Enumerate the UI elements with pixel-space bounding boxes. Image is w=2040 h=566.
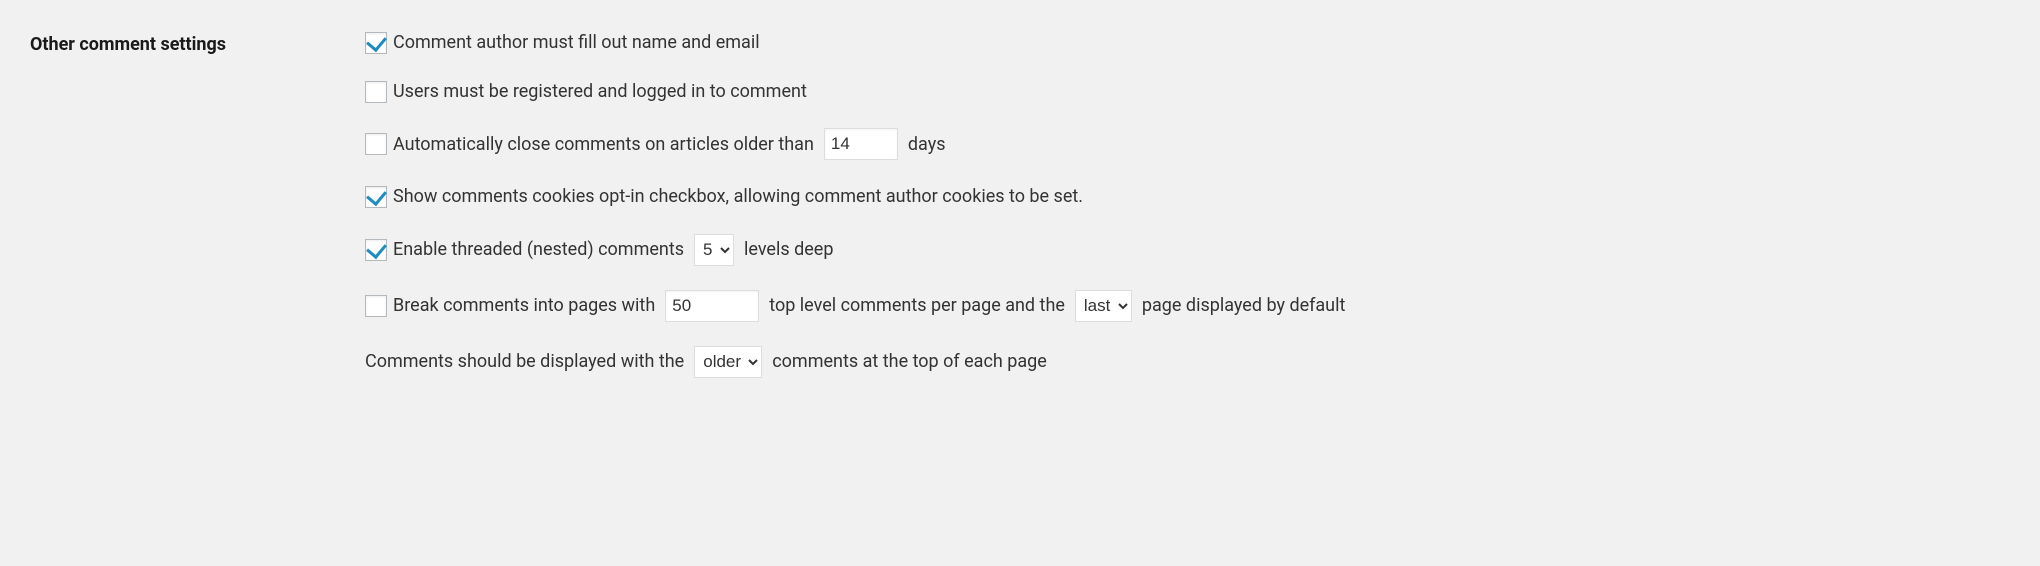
input-close-days[interactable]	[824, 128, 898, 160]
row-cookies-optin: Show comments cookies opt-in checkbox, a…	[365, 184, 2010, 209]
checkbox-name-email[interactable]	[365, 32, 387, 54]
label-pagination-mid: top level comments per page and the	[769, 293, 1065, 318]
checkbox-label-name-email[interactable]: Comment author must fill out name and em…	[365, 30, 760, 55]
select-thread-depth[interactable]: 5	[694, 234, 734, 266]
input-comments-per-page[interactable]	[665, 290, 759, 322]
checkbox-auto-close[interactable]	[365, 133, 387, 155]
row-order: Comments should be displayed with the ol…	[365, 346, 2010, 378]
row-pagination: Break comments into pages with top level…	[365, 290, 2010, 322]
select-comment-order[interactable]: older	[694, 346, 762, 378]
section-heading: Other comment settings	[30, 30, 365, 378]
checkbox-registered[interactable]	[365, 81, 387, 103]
label-threaded-after: levels deep	[744, 237, 833, 262]
row-auto-close: Automatically close comments on articles…	[365, 128, 2010, 160]
row-name-email: Comment author must fill out name and em…	[365, 30, 2010, 55]
label-order-after: comments at the top of each page	[772, 349, 1047, 374]
label-auto-close-after: days	[908, 132, 946, 157]
row-registered: Users must be registered and logged in t…	[365, 79, 2010, 104]
checkbox-cookies-optin[interactable]	[365, 186, 387, 208]
options-column: Comment author must fill out name and em…	[365, 30, 2010, 378]
row-threaded: Enable threaded (nested) comments 5 leve…	[365, 234, 2010, 266]
checkbox-label-cookies[interactable]: Show comments cookies opt-in checkbox, a…	[365, 184, 1083, 209]
label-pagination-after: page displayed by default	[1142, 293, 1345, 318]
label-pagination-before: Break comments into pages with	[393, 293, 655, 318]
label-name-email: Comment author must fill out name and em…	[393, 30, 760, 55]
label-cookies-optin: Show comments cookies opt-in checkbox, a…	[393, 184, 1083, 209]
checkbox-threaded[interactable]	[365, 239, 387, 261]
select-default-page[interactable]: last	[1075, 290, 1132, 322]
label-auto-close-before: Automatically close comments on articles…	[393, 132, 814, 157]
label-registered: Users must be registered and logged in t…	[393, 79, 807, 104]
checkbox-label-auto-close[interactable]: Automatically close comments on articles…	[365, 132, 814, 157]
label-threaded-before: Enable threaded (nested) comments	[393, 237, 684, 262]
checkbox-label-threaded[interactable]: Enable threaded (nested) comments	[365, 237, 684, 262]
checkbox-pagination[interactable]	[365, 295, 387, 317]
checkbox-label-pagination[interactable]: Break comments into pages with	[365, 293, 655, 318]
checkbox-label-registered[interactable]: Users must be registered and logged in t…	[365, 79, 807, 104]
label-order-before: Comments should be displayed with the	[365, 349, 684, 374]
